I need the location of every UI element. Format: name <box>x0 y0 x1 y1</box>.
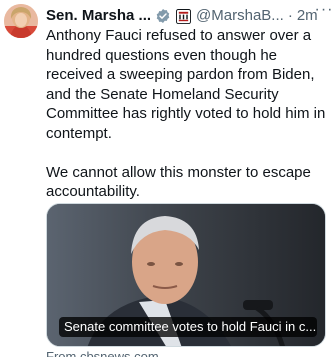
tweet-paragraph: Anthony Fauci refused to answer over a h… <box>46 27 326 142</box>
verified-badge-icon[interactable] <box>155 8 171 24</box>
avatar[interactable] <box>4 4 38 38</box>
card-source[interactable]: From cbsnews.com <box>46 349 159 357</box>
more-icon[interactable]: ··· <box>314 0 334 20</box>
tweet[interactable]: Sen. Marsha ... @MarshaB... · 2m ··· Ant… <box>0 0 336 357</box>
handle[interactable]: @MarshaB... <box>196 6 284 26</box>
senate-affiliate-icon[interactable] <box>176 8 192 24</box>
tweet-header: Sen. Marsha ... @MarshaB... · 2m <box>46 6 332 26</box>
link-card[interactable]: Senate committee votes to hold Fauci in … <box>46 203 326 347</box>
separator-dot: · <box>287 7 293 24</box>
display-name[interactable]: Sen. Marsha ... <box>46 6 151 26</box>
card-title: Senate committee votes to hold Fauci in … <box>59 317 317 337</box>
tweet-text: Anthony Fauci refused to answer over a h… <box>46 26 334 202</box>
tweet-paragraph: We cannot allow this monster to escape a… <box>46 163 311 201</box>
